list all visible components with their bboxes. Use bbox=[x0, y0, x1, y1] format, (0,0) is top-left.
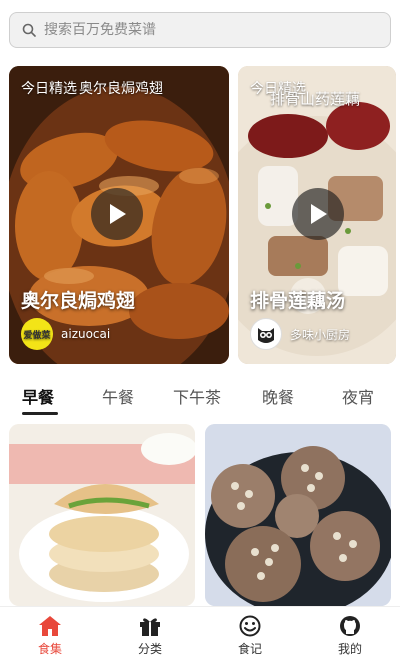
author-name: aizuocai bbox=[61, 327, 111, 341]
nav-item-home[interactable]: 食集 bbox=[0, 607, 100, 666]
gift-icon bbox=[140, 618, 160, 636]
github-icon bbox=[340, 616, 360, 636]
featured-overlay-title: 排骨山药莲藕 bbox=[270, 90, 361, 108]
smiley-icon bbox=[239, 615, 261, 637]
author-name: 多味小厨房 bbox=[290, 327, 351, 342]
search-bar[interactable] bbox=[9, 12, 391, 48]
pancake-image bbox=[9, 424, 195, 606]
nav-item-category[interactable]: 分类 bbox=[100, 607, 200, 666]
steamed-buns-image bbox=[205, 424, 391, 606]
tab-lunch[interactable]: 午餐 bbox=[102, 384, 134, 408]
home-icon bbox=[39, 616, 61, 636]
avatar bbox=[250, 318, 282, 350]
avatar: 爱做菜 bbox=[21, 318, 53, 350]
recipe-card-pancake[interactable] bbox=[9, 424, 195, 606]
tab-breakfast[interactable]: 早餐 bbox=[22, 384, 54, 408]
owl-icon bbox=[258, 328, 274, 343]
featured-card-chicken-wings[interactable]: 今日精选 奥尔良焗鸡翅 奥尔良焗鸡翅 爱做菜 aizuocai bbox=[9, 66, 229, 364]
nav-label: 分类 bbox=[137, 642, 162, 656]
nav-label: 我的 bbox=[337, 642, 362, 656]
active-tab-indicator bbox=[22, 412, 58, 415]
featured-author[interactable]: 多味小厨房 bbox=[250, 318, 350, 350]
avatar-logo-text: 爱做菜 bbox=[23, 330, 51, 341]
play-icon bbox=[110, 204, 126, 224]
play-button[interactable] bbox=[292, 188, 344, 240]
featured-card-pork-rib-soup[interactable]: 今日精选 排骨山药莲藕 排骨莲藕汤 多味小厨房 bbox=[238, 66, 396, 364]
featured-title: 排骨莲藕汤 bbox=[250, 290, 346, 312]
nav-item-food-journal[interactable]: 食记 bbox=[200, 607, 300, 666]
play-icon bbox=[311, 204, 327, 224]
nav-label: 食记 bbox=[237, 642, 262, 656]
nav-item-profile[interactable]: 我的 bbox=[300, 607, 400, 666]
bottom-nav: 食集 分类 食记 我的 bbox=[0, 606, 400, 666]
featured-author[interactable]: 爱做菜 aizuocai bbox=[21, 318, 110, 350]
search-input[interactable] bbox=[44, 22, 344, 38]
featured-title: 奥尔良焗鸡翅 bbox=[21, 290, 136, 312]
meal-tabs: 早餐 午餐 下午茶 晚餐 夜宵 bbox=[0, 378, 400, 418]
tab-late-night[interactable]: 夜宵 bbox=[342, 384, 374, 408]
search-icon bbox=[22, 23, 36, 37]
featured-tag: 今日精选 奥尔良焗鸡翅 bbox=[21, 81, 163, 97]
play-button[interactable] bbox=[91, 188, 143, 240]
tab-dinner[interactable]: 晚餐 bbox=[262, 384, 294, 408]
recipe-card-steamed-buns[interactable] bbox=[205, 424, 391, 606]
tab-afternoon-tea[interactable]: 下午茶 bbox=[173, 384, 221, 408]
nav-label: 食集 bbox=[37, 642, 62, 656]
